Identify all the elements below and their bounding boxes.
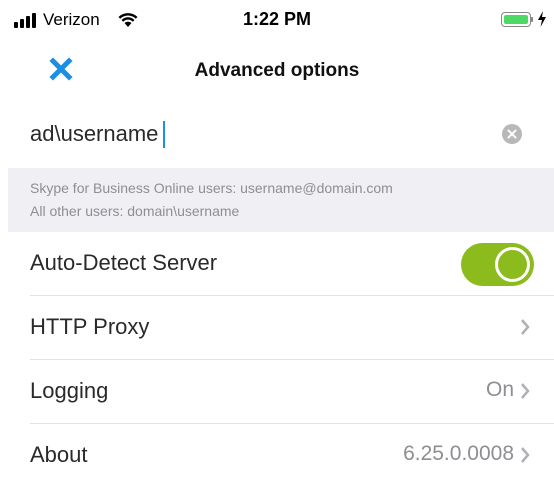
text-cursor xyxy=(163,121,165,148)
hint-online-users: Skype for Business Online users: usernam… xyxy=(30,180,393,196)
chevron-right-icon xyxy=(521,447,530,463)
page-title: Advanced options xyxy=(194,60,360,81)
http-proxy-row[interactable]: HTTP Proxy xyxy=(8,296,554,360)
battery-icon xyxy=(501,12,531,27)
status-time: 1:22 PM xyxy=(242,9,312,29)
about-label: About xyxy=(30,442,88,467)
battery-cap xyxy=(531,17,533,22)
toggle-knob xyxy=(495,247,530,282)
charging-bolt-icon xyxy=(538,11,546,27)
username-input[interactable] xyxy=(30,114,430,154)
nav-bar: Advanced options xyxy=(0,40,554,100)
logging-label: Logging xyxy=(30,378,109,403)
username-row xyxy=(8,100,554,168)
clear-icon xyxy=(507,129,517,139)
chevron-right-icon xyxy=(521,319,530,335)
hint-other-users: All other users: domain\username xyxy=(30,203,240,219)
auto-detect-server-label: Auto-Detect Server xyxy=(30,250,218,275)
logging-row[interactable]: Logging On xyxy=(8,360,554,424)
about-row[interactable]: About 6.25.0.0008 xyxy=(8,424,554,488)
logging-value: On xyxy=(485,378,514,401)
clear-button[interactable] xyxy=(502,124,522,144)
chevron-right-icon xyxy=(521,383,530,399)
status-bar: Verizon 1:22 PM xyxy=(0,0,554,40)
app-version: 6.25.0.0008 xyxy=(403,442,514,465)
auto-detect-server-toggle[interactable] xyxy=(461,243,534,286)
http-proxy-label: HTTP Proxy xyxy=(30,314,150,339)
